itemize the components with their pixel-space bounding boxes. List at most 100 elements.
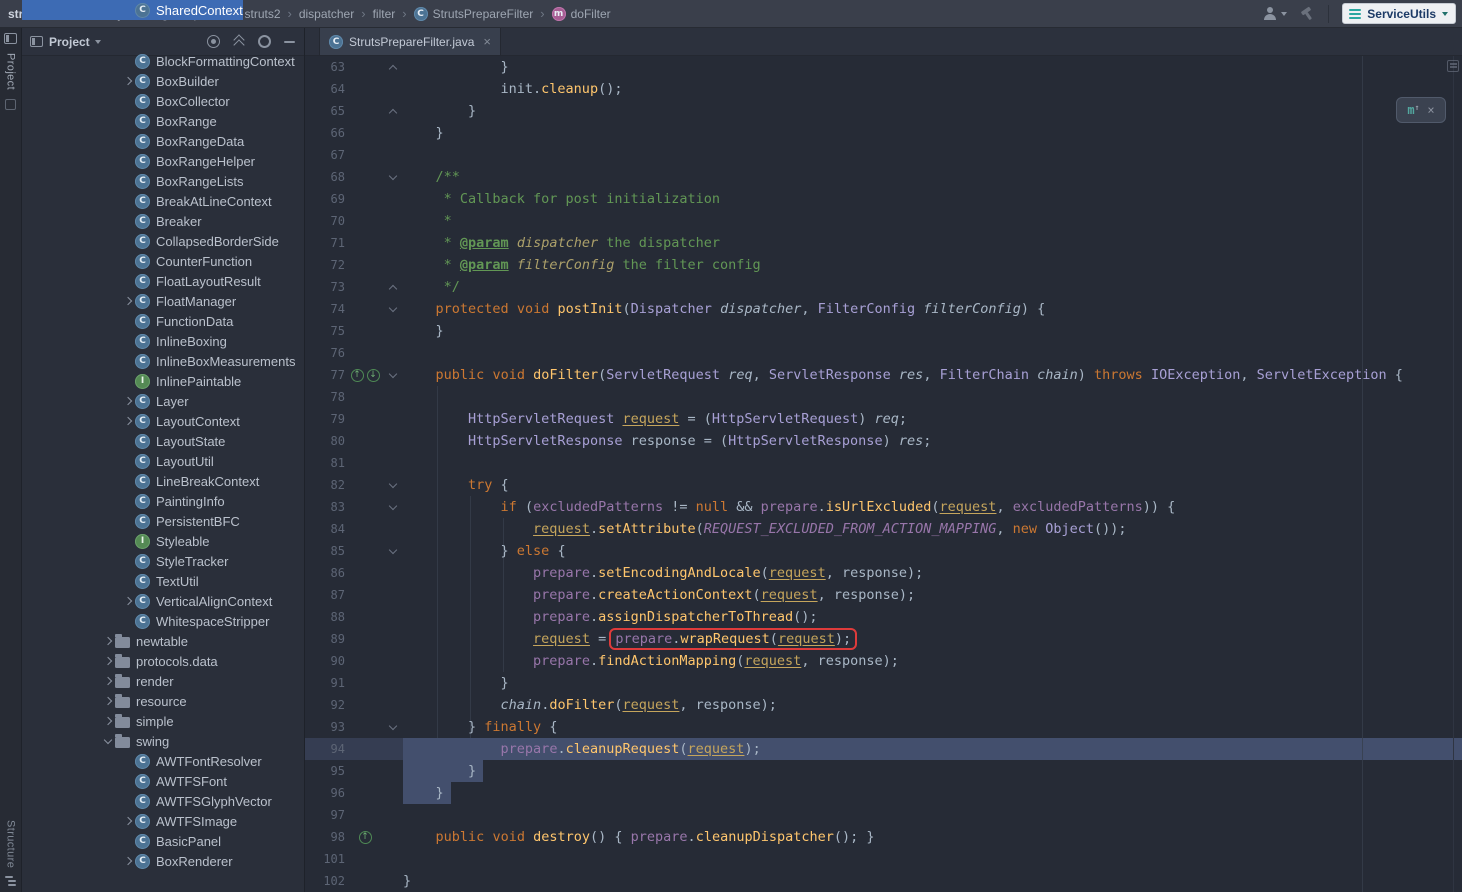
- gutter[interactable]: 97: [305, 804, 403, 826]
- gutter-line-number[interactable]: 70: [305, 214, 345, 228]
- gutter[interactable]: 88: [305, 606, 403, 628]
- code-line-84[interactable]: 84 request.setAttribute(REQUEST_EXCLUDED…: [305, 518, 1462, 540]
- code-line-69[interactable]: 69 * Callback for post initialization: [305, 188, 1462, 210]
- tree-item-BoxBuilder[interactable]: CBoxBuilder: [22, 71, 304, 91]
- fold-marker-icon[interactable]: [389, 370, 397, 378]
- tree-expand-chevron[interactable]: [120, 818, 135, 824]
- code-line-83[interactable]: 83 if (excludedPatterns != null && prepa…: [305, 496, 1462, 518]
- tree-item-BreakAtLineContext[interactable]: CBreakAtLineContext: [22, 191, 304, 211]
- editor-widget-icon[interactable]: [1447, 60, 1459, 72]
- tree-expand-chevron[interactable]: [120, 298, 135, 304]
- gutter-line-number[interactable]: 86: [305, 566, 345, 580]
- code-line-63[interactable]: 63 }: [305, 56, 1462, 78]
- gutter-line-number[interactable]: 67: [305, 148, 345, 162]
- gutter-line-number[interactable]: 75: [305, 324, 345, 338]
- close-icon[interactable]: ×: [1427, 104, 1434, 116]
- code-editor[interactable]: 63 }64 init.cleanup();65 }66 }6768 /**69…: [305, 56, 1462, 892]
- gutter[interactable]: 102: [305, 870, 403, 892]
- tree-item-BoxRangeData[interactable]: CBoxRangeData: [22, 131, 304, 151]
- fold-marker-icon[interactable]: [389, 502, 397, 510]
- code-line-78[interactable]: 78: [305, 386, 1462, 408]
- gutter[interactable]: 86: [305, 562, 403, 584]
- gutter[interactable]: 93: [305, 716, 403, 738]
- gutter[interactable]: 83: [305, 496, 403, 518]
- code-line-71[interactable]: 71 * @param dispatcher the dispatcher: [305, 232, 1462, 254]
- code-line-79[interactable]: 79 HttpServletRequest request = (HttpSer…: [305, 408, 1462, 430]
- breadcrumb-item-doFilter[interactable]: mdoFilter: [552, 7, 611, 21]
- tree-item-AWTFSGlyphVector[interactable]: CAWTFSGlyphVector: [22, 791, 304, 811]
- tree-item-BasicPanel[interactable]: CBasicPanel: [22, 831, 304, 851]
- gutter[interactable]: 68: [305, 166, 403, 188]
- gutter-line-number[interactable]: 77: [305, 368, 345, 382]
- code-line-70[interactable]: 70 *: [305, 210, 1462, 232]
- tree-expand-chevron[interactable]: [100, 739, 115, 743]
- code-line-77[interactable]: 77↑↓ public void doFilter(ServletRequest…: [305, 364, 1462, 386]
- gutter-line-number[interactable]: 80: [305, 434, 345, 448]
- gutter-line-number[interactable]: 82: [305, 478, 345, 492]
- code-line-88[interactable]: 88 prepare.assignDispatcherToThread();: [305, 606, 1462, 628]
- gutter-line-number[interactable]: 68: [305, 170, 345, 184]
- tree-item-LineBreakContext[interactable]: CLineBreakContext: [22, 471, 304, 491]
- gutter[interactable]: 92: [305, 694, 403, 716]
- gutter-line-number[interactable]: 101: [305, 852, 345, 866]
- gutter[interactable]: 91: [305, 672, 403, 694]
- hide-panel-icon[interactable]: [284, 41, 295, 43]
- gutter[interactable]: 85: [305, 540, 403, 562]
- fold-marker-icon[interactable]: [389, 172, 397, 180]
- code-line-73[interactable]: 73 */: [305, 276, 1462, 298]
- gutter-line-number[interactable]: 94: [305, 742, 345, 756]
- tree-item-CollapsedBorderSide[interactable]: CCollapsedBorderSide: [22, 231, 304, 251]
- gutter-line-number[interactable]: 102: [305, 874, 345, 888]
- code-line-87[interactable]: 87 prepare.createActionContext(request, …: [305, 584, 1462, 606]
- code-line-95[interactable]: 95 }: [305, 760, 1462, 782]
- gutter-line-number[interactable]: 84: [305, 522, 345, 536]
- tree-item-AWTFSFont[interactable]: CAWTFSFont: [22, 771, 304, 791]
- gutter[interactable]: 70: [305, 210, 403, 232]
- build-hammer-icon[interactable]: [1300, 6, 1315, 21]
- gutter[interactable]: 80: [305, 430, 403, 452]
- tree-item-PersistentBFC[interactable]: CPersistentBFC: [22, 511, 304, 531]
- tree-item-TextUtil[interactable]: CTextUtil: [22, 571, 304, 591]
- bookmark-tool-icon[interactable]: [5, 99, 16, 110]
- gutter[interactable]: 64: [305, 78, 403, 100]
- gutter-line-number[interactable]: 85: [305, 544, 345, 558]
- collapse-all-icon[interactable]: [233, 35, 245, 48]
- code-line-81[interactable]: 81: [305, 452, 1462, 474]
- tree-item-BoxRangeHelper[interactable]: CBoxRangeHelper: [22, 151, 304, 171]
- code-line-94[interactable]: 94 prepare.cleanupRequest(request);: [305, 738, 1462, 760]
- gutter[interactable]: 95: [305, 760, 403, 782]
- tree-item-Styleable[interactable]: IStyleable: [22, 531, 304, 551]
- code-line-102[interactable]: 102}: [305, 870, 1462, 892]
- gutter-line-number[interactable]: 91: [305, 676, 345, 690]
- tree-item-newtable[interactable]: newtable: [22, 631, 304, 651]
- tree-item-BoxRenderer[interactable]: CBoxRenderer: [22, 851, 304, 871]
- gutter-line-number[interactable]: 90: [305, 654, 345, 668]
- code-line-82[interactable]: 82 try {: [305, 474, 1462, 496]
- code-line-101[interactable]: 101: [305, 848, 1462, 870]
- tree-item-resource[interactable]: resource: [22, 691, 304, 711]
- gutter-line-number[interactable]: 71: [305, 236, 345, 250]
- method-hint-icon[interactable]: m↑: [1407, 103, 1419, 117]
- gutter-line-number[interactable]: 92: [305, 698, 345, 712]
- tree-item-VerticalAlignContext[interactable]: CVerticalAlignContext: [22, 591, 304, 611]
- code-line-66[interactable]: 66 }: [305, 122, 1462, 144]
- code-line-89[interactable]: 89 request = prepare.wrapRequest(request…: [305, 628, 1462, 650]
- tab-strutspreparefilter-java[interactable]: C StrutsPrepareFilter.java ×: [319, 28, 501, 55]
- code-line-90[interactable]: 90 prepare.findActionMapping(request, re…: [305, 650, 1462, 672]
- gutter-line-number[interactable]: 87: [305, 588, 345, 602]
- tree-expand-chevron[interactable]: [100, 698, 115, 704]
- code-line-93[interactable]: 93 } finally {: [305, 716, 1462, 738]
- gutter-line-number[interactable]: 95: [305, 764, 345, 778]
- code-line-65[interactable]: 65 }: [305, 100, 1462, 122]
- tree-item-swing[interactable]: swing: [22, 731, 304, 751]
- code-line-85[interactable]: 85 } else {: [305, 540, 1462, 562]
- breadcrumb-item-StrutsPrepareFilter[interactable]: CStrutsPrepareFilter: [414, 7, 534, 21]
- gutter-line-number[interactable]: 76: [305, 346, 345, 360]
- project-view-selector[interactable]: Project: [49, 35, 101, 49]
- tree-item-AWTFSImage[interactable]: CAWTFSImage: [22, 811, 304, 831]
- gutter[interactable]: 65: [305, 100, 403, 122]
- fold-marker-icon[interactable]: [389, 109, 397, 117]
- gutter[interactable]: 72: [305, 254, 403, 276]
- code-line-64[interactable]: 64 init.cleanup();: [305, 78, 1462, 100]
- fold-marker-icon[interactable]: [389, 65, 397, 73]
